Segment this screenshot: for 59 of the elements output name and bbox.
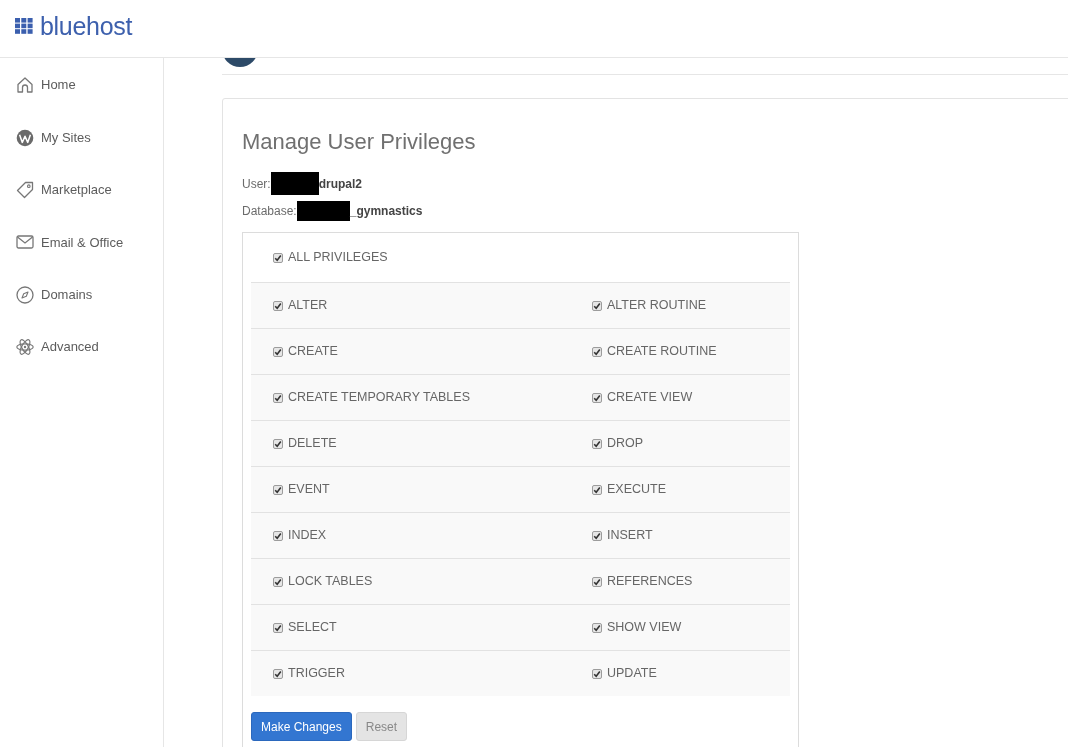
sidebar-item[interactable]: Advanced bbox=[0, 320, 163, 374]
checkbox[interactable] bbox=[273, 622, 283, 633]
privilege-label: ALTER bbox=[288, 297, 328, 315]
checkbox[interactable] bbox=[273, 392, 283, 403]
redaction-block bbox=[296, 201, 350, 221]
tag-icon bbox=[16, 180, 34, 199]
privilege-label: EVENT bbox=[288, 481, 330, 499]
checkbox[interactable] bbox=[592, 622, 602, 633]
sidebar-item[interactable]: Marketplace bbox=[0, 163, 163, 217]
privilege-label: SELECT bbox=[288, 619, 337, 637]
checkbox[interactable] bbox=[592, 438, 602, 449]
compass-icon bbox=[16, 285, 34, 304]
privilege-label: INDEX bbox=[288, 527, 327, 545]
checkbox[interactable] bbox=[273, 438, 283, 449]
card-title: Manage User Privileges bbox=[242, 129, 477, 155]
atom-icon bbox=[16, 338, 34, 357]
grid-logo-icon bbox=[15, 18, 33, 34]
privilege-label: CREATE ROUTINE bbox=[607, 343, 717, 361]
redaction-block bbox=[270, 172, 319, 195]
sidebar-item[interactable]: My Sites bbox=[0, 111, 163, 164]
checkbox[interactable] bbox=[592, 576, 602, 587]
w-logo-icon bbox=[16, 128, 34, 147]
privilege-label: ALL PRIVILEGES bbox=[288, 249, 388, 267]
privilege-label: DELETE bbox=[288, 435, 337, 453]
checkbox[interactable] bbox=[592, 484, 602, 495]
privilege-label: ALTER ROUTINE bbox=[607, 297, 707, 315]
action-button[interactable]: Make Changes bbox=[251, 712, 352, 741]
checkbox[interactable] bbox=[273, 346, 283, 357]
privilege-label: TRIGGER bbox=[288, 665, 345, 683]
checkbox[interactable] bbox=[592, 392, 602, 403]
checkbox[interactable] bbox=[592, 668, 602, 679]
sidebar-item[interactable]: Home bbox=[0, 59, 163, 112]
checkbox[interactable] bbox=[273, 668, 283, 679]
user-value: drupal2 bbox=[318, 175, 362, 193]
checkbox[interactable] bbox=[273, 484, 283, 495]
home-icon bbox=[16, 76, 34, 95]
privilege-label: CREATE VIEW bbox=[607, 389, 693, 407]
privilege-label: REFERENCES bbox=[607, 573, 693, 591]
checkbox[interactable] bbox=[592, 346, 602, 357]
privilege-label: INSERT bbox=[607, 527, 653, 545]
privilege-label: CREATE TEMPORARY TABLES bbox=[288, 389, 470, 407]
checkbox[interactable] bbox=[273, 300, 283, 311]
checkbox[interactable] bbox=[273, 530, 283, 541]
logo-text[interactable]: bluehost bbox=[40, 12, 133, 40]
sidebar-item[interactable]: Email & Office bbox=[0, 216, 163, 269]
privilege-label: CREATE bbox=[288, 343, 338, 361]
checkbox[interactable] bbox=[273, 576, 283, 587]
checkbox[interactable] bbox=[273, 252, 283, 263]
checkbox[interactable] bbox=[592, 300, 602, 311]
privilege-label: LOCK TABLES bbox=[288, 573, 373, 591]
privilege-label: EXECUTE bbox=[607, 481, 667, 499]
sidebar-item[interactable]: Domains bbox=[0, 268, 163, 321]
privilege-label: UPDATE bbox=[607, 665, 657, 683]
database-label: Database: bbox=[242, 203, 297, 220]
privilege-label: DROP bbox=[607, 435, 644, 453]
checkbox[interactable] bbox=[592, 530, 602, 541]
envelope-icon bbox=[16, 233, 34, 252]
user-label: User: bbox=[242, 175, 271, 193]
privilege-label: SHOW VIEW bbox=[607, 619, 682, 637]
